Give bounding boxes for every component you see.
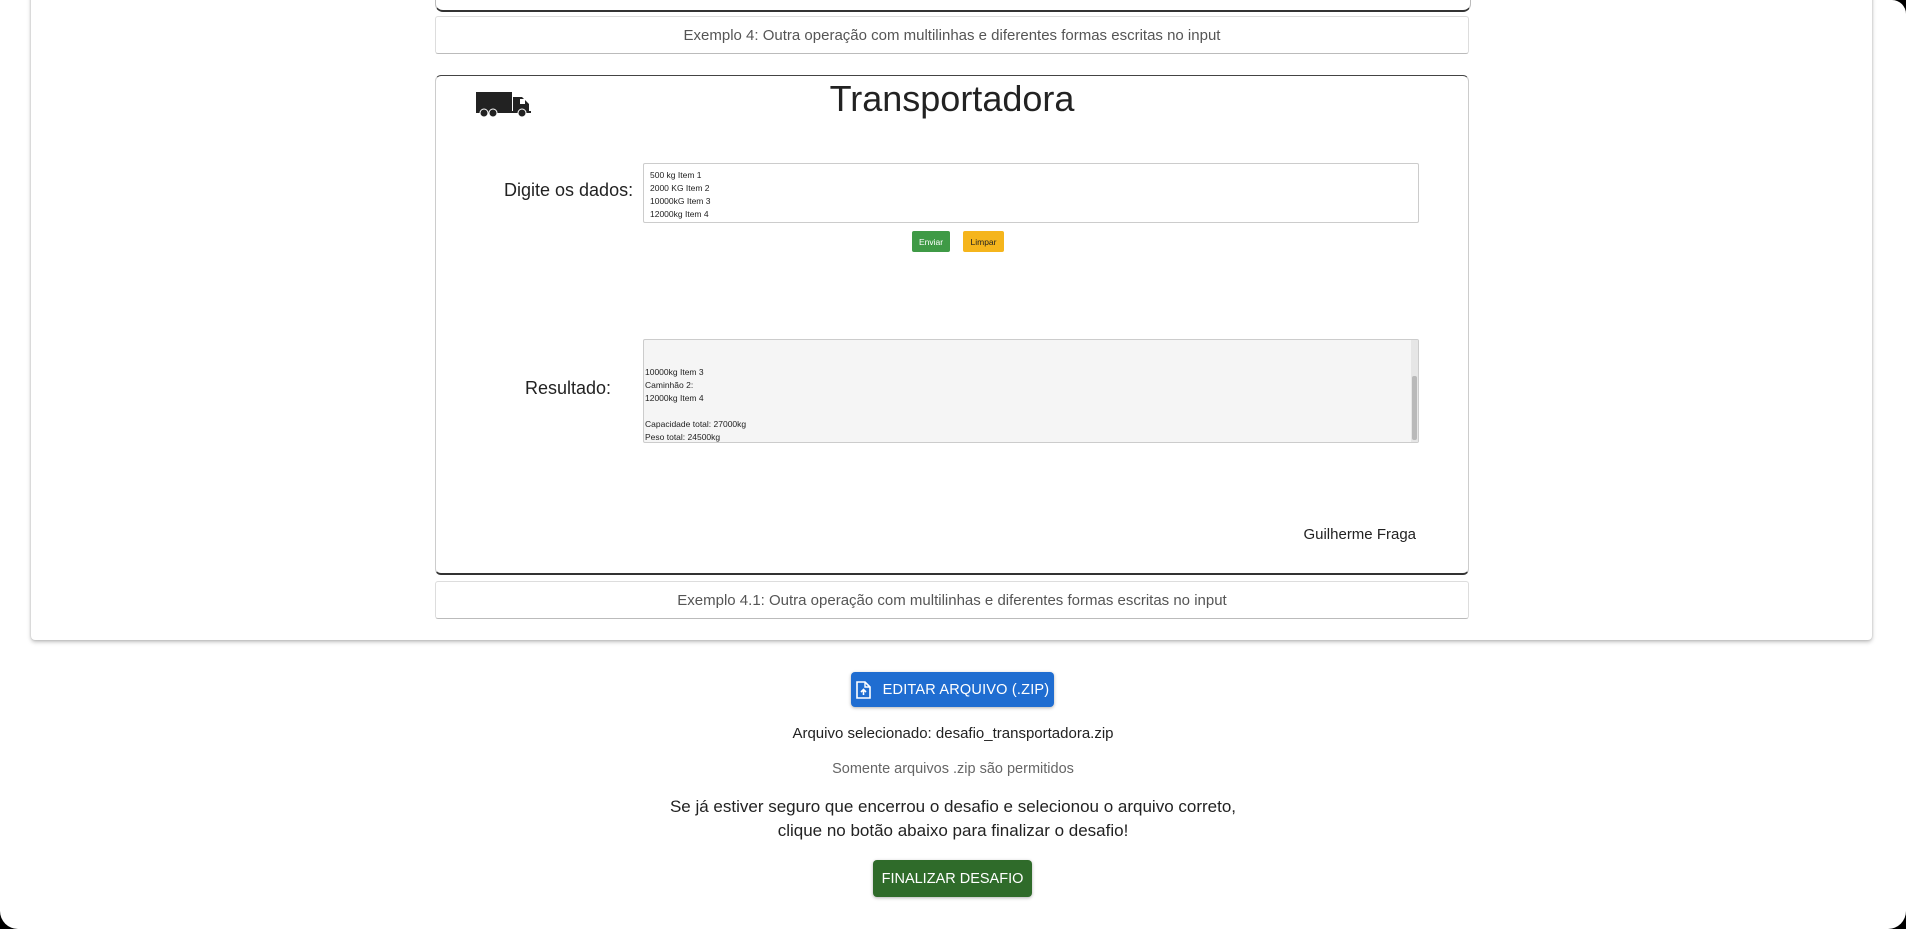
result-text: 10000kg Item 3 Caminhão 2: 12000kg Item … [645, 367, 747, 442]
page: Exemplo 4: Outra operação com multilinha… [0, 0, 1906, 929]
example-4-1-card: Transportadora Digite os dados: 500 kg I… [435, 75, 1469, 575]
finish-challenge-button[interactable]: FINALIZAR DESAFIO [873, 860, 1032, 897]
input-label: Digite os dados: [504, 180, 634, 200]
edit-file-button-label: EDITAR ARQUIVO (.ZIP) [882, 681, 1050, 698]
selected-file-text: Arquivo selecionado: desafio_transportad… [792, 725, 1114, 742]
result-scrollbar[interactable] [1411, 340, 1418, 442]
finish-message-line-1: Se já estiver seguro que encerrou o desa… [669, 797, 1237, 816]
file-upload-icon [855, 680, 871, 699]
edit-file-button[interactable]: EDITAR ARQUIVO (.ZIP) [851, 672, 1054, 707]
upload-hint: Somente arquivos .zip são permitidos [832, 761, 1074, 777]
example-4-card [435, 0, 1471, 12]
result-label: Resultado: [525, 378, 612, 398]
author-name: Guilherme Fraga [1303, 526, 1416, 543]
finish-message-line-2: clique no botão abaixo para finalizar o … [777, 821, 1129, 840]
result-output[interactable]: 10000kg Item 3 Caminhão 2: 12000kg Item … [643, 339, 1419, 443]
example-4-1-caption: Exemplo 4.1: Outra operação com multilin… [435, 581, 1469, 619]
example-4-caption: Exemplo 4: Outra operação com multilinha… [435, 16, 1469, 54]
result-scroll-thumb[interactable] [1412, 376, 1417, 440]
data-input[interactable]: 500 kg Item 1 2000 KG Item 2 10000kG Ite… [643, 163, 1419, 223]
send-button[interactable]: Enviar [912, 231, 950, 252]
app-title: Transportadora [829, 78, 1075, 119]
clear-button[interactable]: Limpar [963, 231, 1004, 252]
